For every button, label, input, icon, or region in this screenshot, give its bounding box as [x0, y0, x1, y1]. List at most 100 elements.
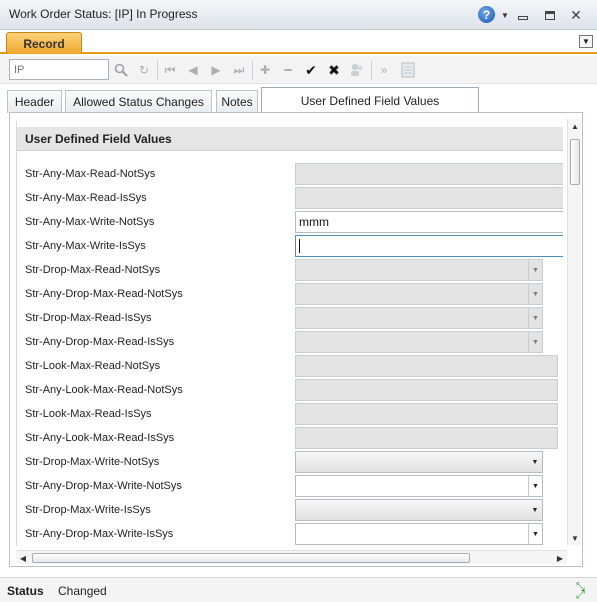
readonly-combo: ▼ [295, 331, 543, 353]
tab-header[interactable]: Header [7, 90, 62, 113]
udf-row: Str-Any-Drop-Max-Read-IsSys ▼ [17, 331, 563, 355]
udf-panel: User Defined Field Values Str-Any-Max-Re… [16, 121, 563, 546]
resize-grip-icon[interactable]: ⤡ ⤢ [576, 582, 592, 601]
next-record-icon[interactable]: ▶ [206, 60, 226, 80]
last-record-icon[interactable]: ⏭ [229, 60, 249, 80]
refresh-icon[interactable]: ↻ [134, 60, 154, 80]
field-label: Str-Any-Max-Write-IsSys [25, 240, 146, 252]
tab-notes[interactable]: Notes [216, 90, 258, 113]
readonly-lookup-field [295, 379, 558, 401]
save-check-icon[interactable]: ✔ [301, 60, 321, 80]
chevron-down-icon[interactable]: ▼ [528, 476, 542, 496]
cancel-x-icon[interactable]: ✖ [324, 60, 344, 80]
add-icon[interactable]: ✚ [255, 60, 275, 80]
scroll-right-arrow-icon[interactable]: ▶ [553, 551, 567, 565]
section-title: User Defined Field Values [17, 127, 563, 151]
chevron-down-icon[interactable]: ▼ [499, 6, 511, 24]
udf-row: Str-Any-Max-Write-IsSys [17, 235, 563, 259]
readonly-dropdown: ▼ [295, 307, 543, 329]
toolbar-divider [252, 60, 253, 80]
remove-icon[interactable]: ━ [278, 60, 298, 80]
status-value: Changed [58, 584, 107, 598]
dropdown-select[interactable]: ▼ [295, 499, 543, 521]
status-bar: Status Changed ⤡ ⤢ [0, 577, 597, 602]
previous-record-icon[interactable]: ◀ [183, 60, 203, 80]
horizontal-scroll-thumb[interactable] [32, 553, 470, 563]
field-label: Str-Drop-Max-Read-IsSys [25, 312, 152, 324]
tab-user-defined-field-values[interactable]: User Defined Field Values [261, 87, 479, 113]
record-tab[interactable]: Record [6, 32, 82, 54]
users-icon[interactable] [347, 60, 367, 80]
content-frame: User Defined Field Values Str-Any-Max-Re… [9, 112, 583, 567]
readonly-lookup-field [295, 427, 558, 449]
close-icon[interactable]: ✕ [569, 6, 583, 24]
dropdown-select[interactable]: ▼ [295, 451, 543, 473]
udf-row: Str-Look-Max-Read-NotSys [17, 355, 563, 379]
readonly-dropdown: ▼ [295, 259, 543, 281]
record-menu-chevron-icon[interactable]: ▼ [579, 35, 593, 48]
text-field-focused[interactable] [295, 235, 563, 257]
scroll-left-arrow-icon[interactable]: ◀ [16, 551, 30, 565]
combo-input[interactable]: ▼ [295, 523, 543, 545]
record-bar: Record ▼ [0, 30, 597, 54]
toolbar-divider [371, 60, 372, 80]
field-label: Str-Any-Look-Max-Read-IsSys [25, 432, 175, 444]
scroll-up-arrow-icon[interactable]: ▲ [568, 119, 582, 133]
status-label: Status [7, 584, 44, 598]
field-label: Str-Any-Look-Max-Read-NotSys [25, 384, 183, 396]
forward-icon[interactable]: » [374, 60, 394, 80]
field-label: Str-Any-Max-Read-IsSys [25, 192, 147, 204]
detail-tabs: Header Allowed Status Changes Notes User… [0, 87, 597, 113]
udf-row: Str-Drop-Max-Write-IsSys ▼ [17, 499, 563, 523]
text-field[interactable]: mmm [295, 211, 563, 233]
readonly-text-field [295, 163, 563, 185]
field-label: Str-Any-Drop-Max-Write-IsSys [25, 528, 174, 540]
vertical-scroll-thumb[interactable] [570, 139, 580, 185]
chevron-down-icon: ▼ [528, 284, 542, 304]
toolbar-divider [157, 60, 158, 80]
udf-row: Str-Any-Max-Write-NotSys mmm [17, 211, 563, 235]
minimize-icon[interactable] [516, 6, 530, 24]
field-label: Str-Look-Max-Read-NotSys [25, 360, 161, 372]
field-label: Str-Any-Max-Read-NotSys [25, 168, 156, 180]
toolbar: ↻ ⏮ ◀ ▶ ⏭ ✚ ━ ✔ ✖ » [0, 56, 597, 84]
udf-row: Str-Drop-Max-Write-NotSys ▼ [17, 451, 563, 475]
udf-row: Str-Any-Max-Read-NotSys [17, 163, 563, 187]
udf-row: Str-Any-Drop-Max-Write-IsSys ▼ [17, 523, 563, 546]
field-label: Str-Any-Drop-Max-Read-NotSys [25, 288, 183, 300]
udf-row: Str-Any-Look-Max-Read-NotSys [17, 379, 563, 403]
search-icon[interactable] [111, 60, 131, 80]
field-label: Str-Any-Drop-Max-Read-IsSys [25, 336, 175, 348]
chevron-down-icon: ▼ [531, 506, 539, 514]
field-label: Str-Look-Max-Read-IsSys [25, 408, 152, 420]
chevron-down-icon: ▼ [528, 308, 542, 328]
readonly-combo: ▼ [295, 283, 543, 305]
udf-row: Str-Any-Max-Read-IsSys [17, 187, 563, 211]
search-input[interactable] [9, 59, 109, 80]
chevron-down-icon: ▼ [528, 260, 542, 280]
udf-row: Str-Any-Drop-Max-Read-NotSys ▼ [17, 283, 563, 307]
field-label: Str-Drop-Max-Write-NotSys [25, 456, 160, 468]
vertical-scrollbar[interactable]: ▲ ▼ [567, 119, 581, 545]
udf-row: Str-Look-Max-Read-IsSys [17, 403, 563, 427]
readonly-lookup-field [295, 403, 558, 425]
document-icon[interactable] [398, 60, 418, 80]
restore-icon[interactable] [543, 6, 557, 24]
window-title: Work Order Status: [IP] In Progress [9, 7, 198, 21]
help-icon[interactable]: ? [478, 6, 495, 23]
field-label: Str-Any-Drop-Max-Write-NotSys [25, 480, 182, 492]
text-cursor [299, 239, 300, 253]
udf-row: Str-Drop-Max-Read-IsSys ▼ [17, 307, 563, 331]
readonly-lookup-field [295, 355, 558, 377]
horizontal-scrollbar[interactable]: ◀ ▶ [16, 550, 567, 564]
udf-row: Str-Any-Look-Max-Read-IsSys [17, 427, 563, 451]
tab-allowed-status-changes[interactable]: Allowed Status Changes [65, 90, 212, 113]
udf-row: Str-Any-Drop-Max-Write-NotSys ▼ [17, 475, 563, 499]
first-record-icon[interactable]: ⏮ [160, 60, 180, 80]
udf-row: Str-Drop-Max-Read-NotSys ▼ [17, 259, 563, 283]
scroll-down-arrow-icon[interactable]: ▼ [568, 531, 582, 545]
chevron-down-icon: ▼ [528, 332, 542, 352]
chevron-down-icon[interactable]: ▼ [528, 524, 542, 544]
window-titlebar: Work Order Status: [IP] In Progress ? ▼ … [0, 0, 597, 30]
combo-input[interactable]: ▼ [295, 475, 543, 497]
